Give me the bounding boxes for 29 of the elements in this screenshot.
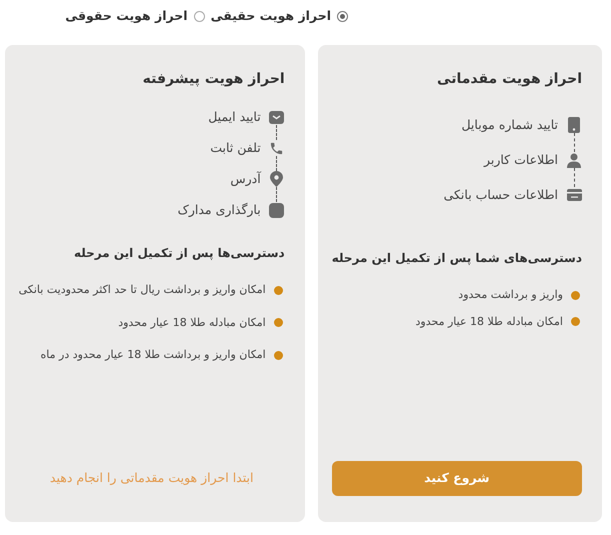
step-label: اطلاعات حساب بانکی: [444, 186, 558, 204]
step-label: اطلاعات کاربر: [484, 150, 558, 169]
radio-button[interactable]: [194, 10, 205, 22]
step-label: بارگذاری مدارک: [178, 200, 261, 219]
card-title: احراز هویت پیشرفته: [142, 70, 285, 89]
card-title: احراز هویت مقدماتی: [436, 70, 582, 89]
envelope-icon: [269, 110, 284, 124]
mobile-phone-icon: [568, 117, 580, 133]
radio-label: احراز هویت حقیقی: [210, 6, 331, 25]
access-item: امکان مبادله طلا 18 عیار محدود: [118, 314, 266, 331]
access-title: دسترسی‌های شما پس از تکمیل این مرحله: [332, 250, 582, 267]
notice-text: ابتدا احراز هویت مقدماتی را انجام دهید: [50, 469, 254, 488]
card-icon: [566, 189, 582, 201]
access-item: امکان مبادله طلا 18 عیار محدود: [415, 314, 563, 330]
access-item: امکان واریز و برداشت طلا 18 عیار محدود در ماه: [40, 347, 266, 363]
phone-icon: [269, 140, 284, 156]
start-button[interactable]: شروع کنید: [332, 461, 582, 496]
user-icon: [567, 152, 581, 168]
step-label: تایید شماره موبایل: [461, 116, 558, 134]
access-item: واریز و برداشت محدود: [458, 287, 563, 303]
radio-label: احراز هویت حقوقی: [65, 6, 188, 25]
step-label: تایید ایمیل: [208, 108, 261, 126]
location-pin-icon: [270, 171, 284, 187]
radio-button[interactable]: [337, 10, 348, 22]
access-item: امکان واریز و برداشت ریال تا حد اکثر محدودیت بانکی: [18, 282, 266, 298]
access-title: دسترسی‌ها پس از تکمیل این مرحله: [72, 245, 285, 262]
step-label: آدرس: [230, 170, 261, 188]
step-label: تلفن ثابت: [210, 138, 261, 157]
document-icon: [269, 202, 284, 218]
